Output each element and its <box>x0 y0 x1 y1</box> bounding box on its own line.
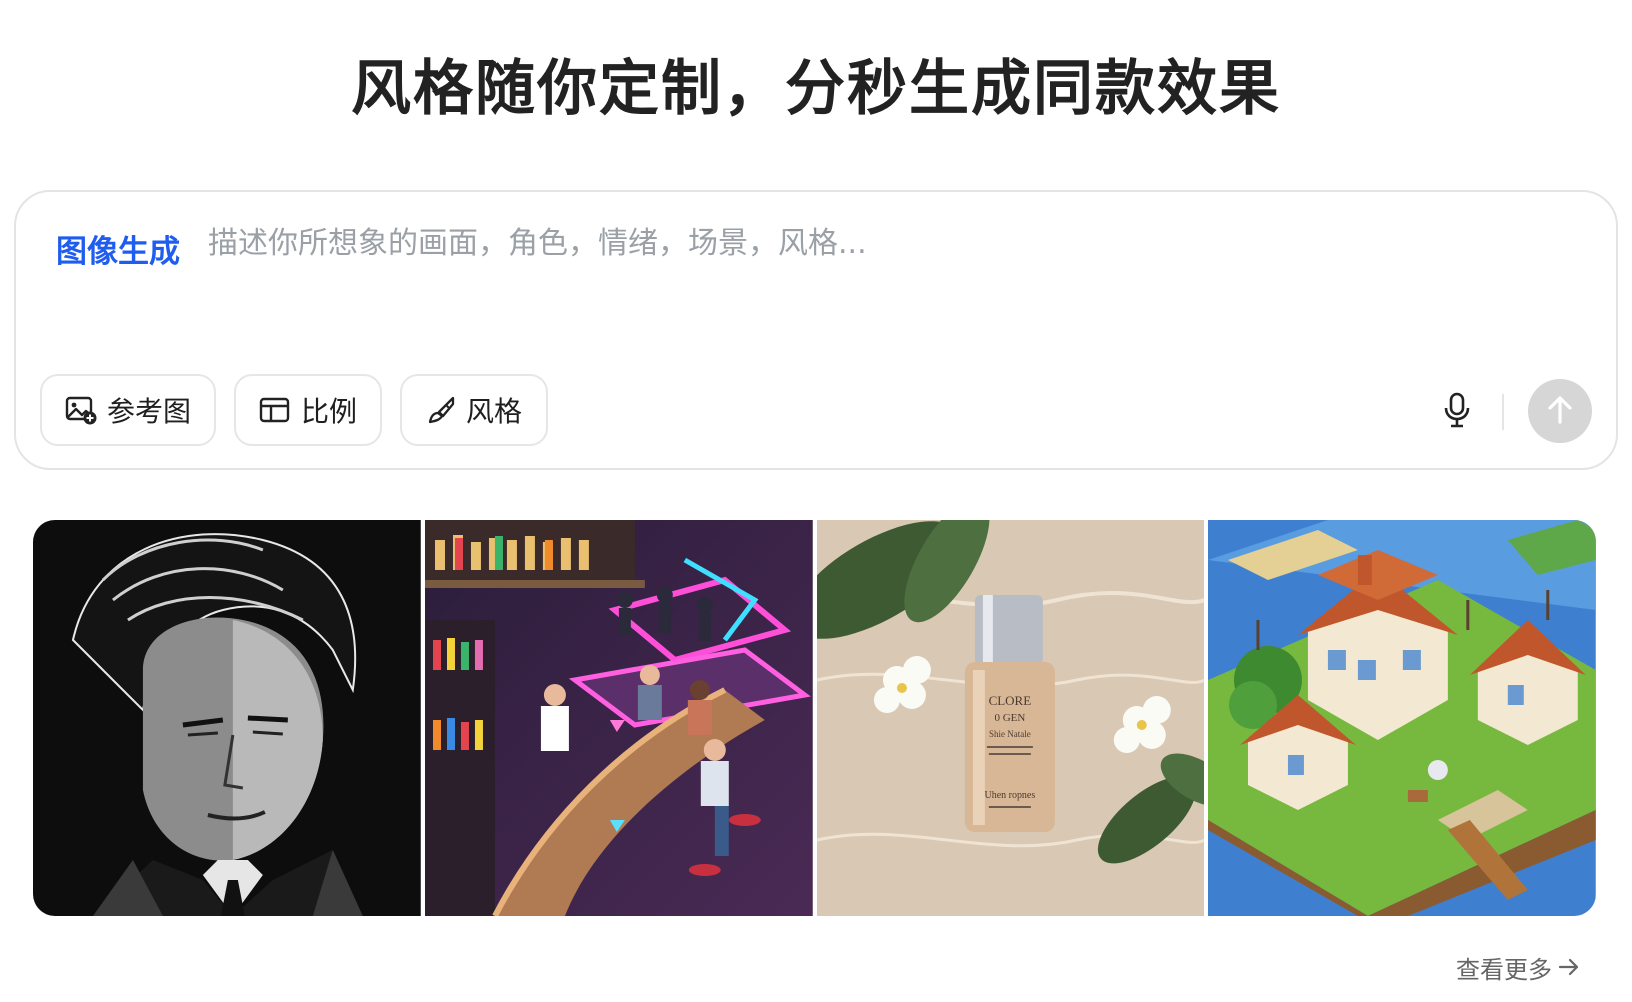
view-more-link[interactable]: 查看更多 <box>1456 950 1580 985</box>
reference-image-label: 参考图 <box>106 395 191 428</box>
gallery-item-cosmetic[interactable]: CLORE 0 GEN Shie Natale Uhen ropnes <box>816 520 1205 916</box>
reference-image-button[interactable]: 参考图 <box>40 374 216 446</box>
gallery-item-portrait[interactable] <box>33 520 421 916</box>
prompt-input[interactable] <box>208 220 1508 266</box>
style-label: 风格 <box>465 395 522 428</box>
page-headline: 风格随你定制，分秒生成同款效果 <box>351 54 1281 124</box>
gallery-item-bar-scene[interactable] <box>424 520 813 916</box>
image-add-icon <box>65 395 97 425</box>
arrow-up-icon <box>1546 395 1574 428</box>
example-gallery: CLORE 0 GEN Shie Natale Uhen ropnes <box>33 520 1596 916</box>
send-button[interactable] <box>1528 379 1592 443</box>
view-more-label: 查看更多 <box>1456 956 1552 984</box>
voice-input-button[interactable] <box>1436 390 1478 432</box>
page: 风格随你定制，分秒生成同款效果 图像生成 参考图 <box>0 0 1632 1002</box>
toolbar-divider <box>1502 394 1504 430</box>
bottle-label-line3: Shie Natale <box>989 729 1031 739</box>
brush-icon <box>426 395 456 425</box>
style-button[interactable]: 风格 <box>400 374 548 446</box>
arrow-right-icon <box>1558 954 1580 982</box>
aspect-ratio-label: 比例 <box>300 395 357 428</box>
microphone-icon <box>1443 392 1471 431</box>
aspect-ratio-button[interactable]: 比例 <box>234 374 382 446</box>
aspect-ratio-icon <box>259 396 291 424</box>
prompt-card: 图像生成 参考图 比例 <box>14 190 1618 470</box>
bottle-label-line1: CLORE <box>988 693 1031 708</box>
gallery-item-island[interactable] <box>1208 520 1596 916</box>
mode-label[interactable]: 图像生成 <box>56 226 180 271</box>
bottle-label-line2: 0 GEN <box>994 712 1025 724</box>
bottle-label-line4: Uhen ropnes <box>984 790 1035 801</box>
